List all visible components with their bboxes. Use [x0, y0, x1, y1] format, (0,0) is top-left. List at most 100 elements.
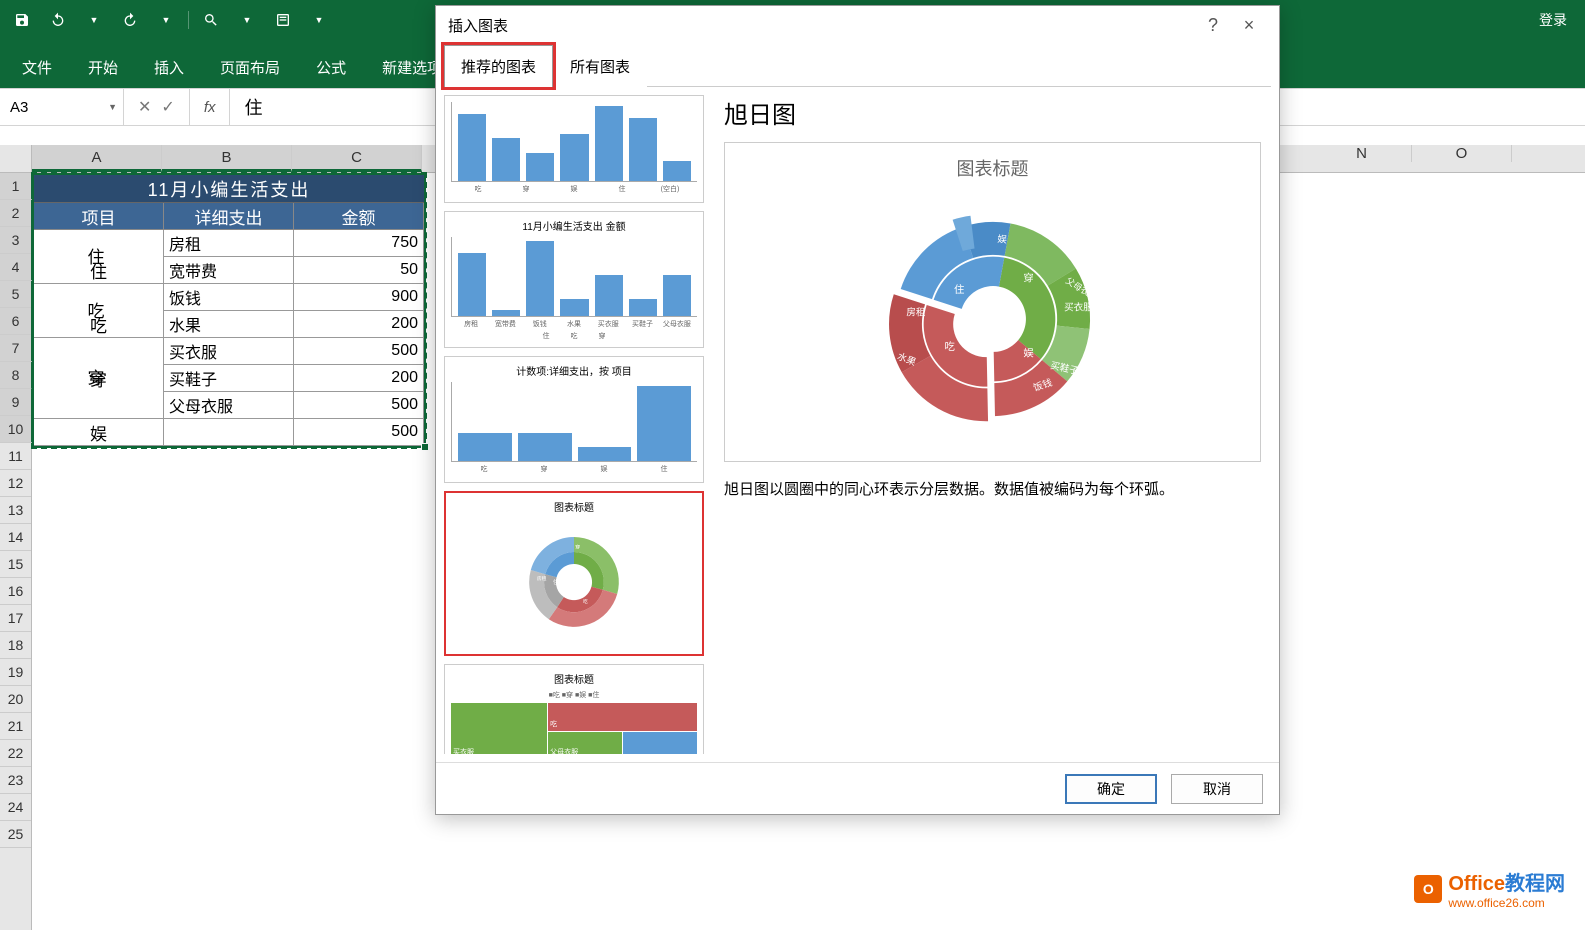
- cell[interactable]: 500: [294, 419, 424, 446]
- tab-insert[interactable]: 插入: [136, 47, 202, 88]
- cell[interactable]: 买衣服: [164, 338, 294, 365]
- undo-dropdown-icon[interactable]: ▼: [80, 6, 108, 34]
- row-header[interactable]: 18: [0, 632, 31, 659]
- confirm-formula-icon[interactable]: ✓: [161, 97, 174, 117]
- row-header[interactable]: 20: [0, 686, 31, 713]
- chart-thumbnail[interactable]: 吃穿娱住(空白): [444, 95, 704, 203]
- row-header[interactable]: 12: [0, 470, 31, 497]
- cell[interactable]: 500: [294, 338, 424, 365]
- cell[interactable]: 50: [294, 257, 424, 284]
- row-header[interactable]: 22: [0, 740, 31, 767]
- row-header[interactable]: 5: [0, 281, 34, 308]
- row-header[interactable]: 25: [0, 821, 31, 848]
- row-header[interactable]: 9: [0, 389, 34, 416]
- cell[interactable]: 750: [294, 230, 424, 257]
- cell[interactable]: 水果: [164, 311, 294, 338]
- tab-file[interactable]: 文件: [4, 47, 70, 88]
- row-header[interactable]: 13: [0, 497, 31, 524]
- row-header[interactable]: 24: [0, 794, 31, 821]
- watermark-url: www.office26.com: [1448, 896, 1565, 910]
- column-header[interactable]: B: [162, 145, 292, 172]
- cell[interactable]: 饭钱: [164, 284, 294, 311]
- selection-handle[interactable]: [421, 443, 429, 451]
- chart-title: 图表标题: [957, 155, 1029, 181]
- column-header[interactable]: N: [1312, 145, 1412, 162]
- cell[interactable]: 吃: [34, 311, 164, 338]
- watermark: O Office教程网 www.office26.com: [1414, 867, 1565, 910]
- login-button[interactable]: 登录: [1529, 10, 1577, 30]
- row-header[interactable]: 23: [0, 767, 31, 794]
- cell[interactable]: [34, 284, 164, 311]
- row-header[interactable]: 10: [0, 416, 34, 443]
- cell[interactable]: 娱: [34, 419, 164, 446]
- row-header[interactable]: 8: [0, 362, 34, 389]
- cell[interactable]: 穿: [34, 365, 164, 392]
- column-header[interactable]: O: [1412, 145, 1512, 162]
- chart-thumbnail[interactable]: 11月小编生活支出 金额 房租宽带费饭钱水果买衣服买鞋子父母衣服 住 吃 穿: [444, 211, 704, 348]
- thumb-title: 图表标题: [452, 499, 696, 514]
- row-header[interactable]: 6: [0, 308, 34, 335]
- cell[interactable]: 房租: [164, 230, 294, 257]
- tab-all-charts[interactable]: 所有图表: [553, 45, 647, 87]
- column-header[interactable]: C: [292, 145, 422, 172]
- row-header[interactable]: 2: [0, 200, 34, 227]
- form-icon[interactable]: [269, 6, 297, 34]
- cell[interactable]: 200: [294, 311, 424, 338]
- dialog-title: 插入图表: [448, 15, 508, 36]
- row-header[interactable]: 7: [0, 335, 34, 362]
- save-icon[interactable]: [8, 6, 36, 34]
- tab-page-layout[interactable]: 页面布局: [202, 47, 298, 88]
- chart-thumbnail[interactable]: 计数项:详细支出，按 项目 吃穿娱住: [444, 356, 704, 483]
- cancel-button[interactable]: 取消: [1171, 774, 1263, 804]
- search-icon[interactable]: [197, 6, 225, 34]
- help-icon[interactable]: ?: [1195, 15, 1231, 36]
- cell[interactable]: 宽带费: [164, 257, 294, 284]
- tab-home[interactable]: 开始: [70, 47, 136, 88]
- row-header[interactable]: 15: [0, 551, 31, 578]
- fx-label[interactable]: fx: [190, 89, 231, 125]
- row-header[interactable]: 11: [0, 443, 31, 470]
- chart-thumbnail[interactable]: 图表标题 ■吃 ■穿 ■娱 ■住 买衣服 吃 住 父母衣服 饭钱 买鞋子 水果 …: [444, 664, 704, 754]
- data-table-selection[interactable]: 11月小编生活支出 项目 详细支出 金额 房租750 住宽带费50 饭钱900 …: [32, 173, 426, 448]
- tab-formulas[interactable]: 公式: [298, 47, 364, 88]
- chart-preview[interactable]: 图表标题: [724, 142, 1261, 462]
- cell[interactable]: [164, 419, 294, 446]
- chart-thumbnail-selected[interactable]: 图表标题 住 穿 房租 吃: [444, 491, 704, 656]
- redo-icon[interactable]: [116, 6, 144, 34]
- svg-text:娱: 娱: [1023, 346, 1034, 359]
- cancel-formula-icon[interactable]: ✕: [138, 97, 151, 117]
- name-box-dropdown-icon[interactable]: ▼: [108, 102, 117, 112]
- row-header[interactable]: 4: [0, 254, 34, 281]
- chart-thumbnails-list[interactable]: 吃穿娱住(空白) 11月小编生活支出 金额 房租宽带费饭钱水果买衣服买鞋子父母衣…: [444, 95, 704, 754]
- cell[interactable]: 父母衣服: [164, 392, 294, 419]
- name-box[interactable]: A3 ▼: [0, 89, 124, 125]
- cell[interactable]: [34, 338, 164, 365]
- cell[interactable]: 500: [294, 392, 424, 419]
- qat-customize-icon[interactable]: ▼: [305, 6, 333, 34]
- cell[interactable]: 住: [34, 257, 164, 284]
- sunburst-thumbnail-icon: 住 穿 房租 吃: [514, 522, 634, 642]
- redo-dropdown-icon[interactable]: ▼: [152, 6, 180, 34]
- cell[interactable]: 买鞋子: [164, 365, 294, 392]
- close-icon[interactable]: ×: [1231, 15, 1267, 36]
- thumb-title: 11月小编生活支出 金额: [451, 218, 697, 233]
- tab-recommended-charts[interactable]: 推荐的图表: [444, 45, 553, 87]
- cell[interactable]: 200: [294, 365, 424, 392]
- dialog-titlebar[interactable]: 插入图表 ? ×: [436, 6, 1279, 44]
- row-header[interactable]: 14: [0, 524, 31, 551]
- select-all-corner[interactable]: [0, 145, 31, 173]
- column-header[interactable]: A: [32, 145, 162, 172]
- undo-icon[interactable]: [44, 6, 72, 34]
- chart-type-name: 旭日图: [724, 95, 1261, 130]
- cell[interactable]: [34, 392, 164, 419]
- row-header[interactable]: 19: [0, 659, 31, 686]
- row-header[interactable]: 3: [0, 227, 34, 254]
- search-dropdown-icon[interactable]: ▼: [233, 6, 261, 34]
- row-header[interactable]: 17: [0, 605, 31, 632]
- row-header[interactable]: 16: [0, 578, 31, 605]
- ok-button[interactable]: 确定: [1065, 774, 1157, 804]
- row-header[interactable]: 21: [0, 713, 31, 740]
- row-header[interactable]: 1: [0, 173, 34, 200]
- cell[interactable]: [34, 230, 164, 257]
- cell[interactable]: 900: [294, 284, 424, 311]
